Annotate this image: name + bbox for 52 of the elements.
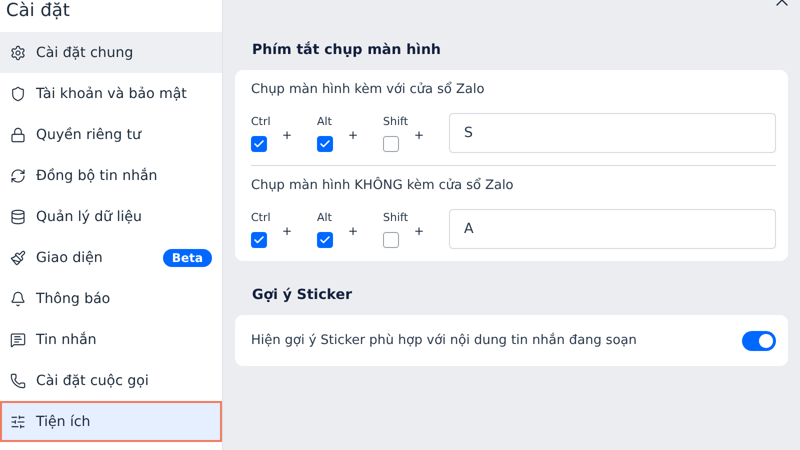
plus-sign: + bbox=[348, 223, 360, 238]
database-icon bbox=[10, 208, 26, 224]
shortcut-label: Chụp màn hình kèm với cửa sổ Zalo bbox=[251, 82, 486, 97]
sliders-icon bbox=[10, 414, 26, 430]
shield-icon bbox=[10, 86, 26, 102]
toggle-switch[interactable] bbox=[742, 330, 776, 350]
refresh-icon bbox=[10, 168, 26, 184]
checkbox[interactable] bbox=[317, 232, 333, 248]
sidebar-item[interactable]: Cài đặt cuộc gọi bbox=[0, 360, 222, 401]
plus-sign: + bbox=[414, 127, 426, 142]
plus-sign: + bbox=[414, 223, 426, 238]
check-icon bbox=[253, 138, 265, 150]
check-icon bbox=[319, 234, 331, 246]
checkbox[interactable] bbox=[251, 136, 267, 152]
brush-icon bbox=[10, 250, 26, 266]
section-title: Gợi ý Sticker bbox=[251, 287, 353, 305]
lock-icon bbox=[10, 126, 26, 142]
sidebar-item[interactable]: Quyền riêng tư bbox=[0, 114, 222, 155]
sidebar-item[interactable]: Thông báo bbox=[0, 278, 222, 319]
bell-icon bbox=[10, 290, 26, 306]
sidebar-item[interactable]: Giao diện Beta bbox=[0, 237, 222, 278]
modifier-label: Ctrl bbox=[251, 210, 271, 224]
check-icon bbox=[253, 234, 265, 246]
key-input[interactable]: A bbox=[449, 209, 776, 249]
toggle-label: Hiện gợi ý Sticker phù hợp với nội dung tin nhắn đang soạn bbox=[251, 333, 637, 348]
modifier-label: Alt bbox=[317, 210, 332, 224]
checkbox[interactable] bbox=[251, 232, 267, 248]
plus-sign: + bbox=[348, 127, 360, 142]
modifier-label: Shift bbox=[383, 114, 408, 128]
shortcut-label: Chụp màn hình KHÔNG kèm cửa sổ Zalo bbox=[251, 178, 515, 193]
sidebar-item[interactable]: Tài khoản và bảo mật bbox=[0, 73, 222, 114]
sidebar-item[interactable]: Đồng bộ tin nhắn bbox=[0, 155, 222, 196]
check-icon bbox=[319, 138, 331, 150]
sidebar-item[interactable]: Quản lý dữ liệu bbox=[0, 196, 222, 237]
key-input[interactable]: S bbox=[449, 113, 776, 153]
sidebar-title: Cài đặt bbox=[6, 0, 71, 23]
modifier-label: Shift bbox=[383, 210, 408, 224]
beta-badge: Beta bbox=[162, 248, 212, 266]
section-title: Phím tắt chụp màn hình bbox=[251, 42, 442, 60]
sidebar-item[interactable]: Cài đặt chung bbox=[0, 32, 222, 73]
modifier-label: Alt bbox=[317, 114, 332, 128]
checkbox[interactable] bbox=[383, 232, 399, 248]
plus-sign: + bbox=[282, 127, 294, 142]
message-icon bbox=[10, 332, 26, 348]
plus-sign: + bbox=[282, 223, 294, 238]
sidebar-item[interactable]: Tiện ích bbox=[0, 401, 222, 442]
phone-icon bbox=[10, 372, 26, 388]
checkbox[interactable] bbox=[317, 136, 333, 152]
modifier-label: Ctrl bbox=[251, 114, 271, 128]
sidebar-item[interactable]: Tin nhắn bbox=[0, 319, 222, 360]
gear-icon bbox=[10, 44, 26, 60]
checkbox[interactable] bbox=[383, 136, 399, 152]
